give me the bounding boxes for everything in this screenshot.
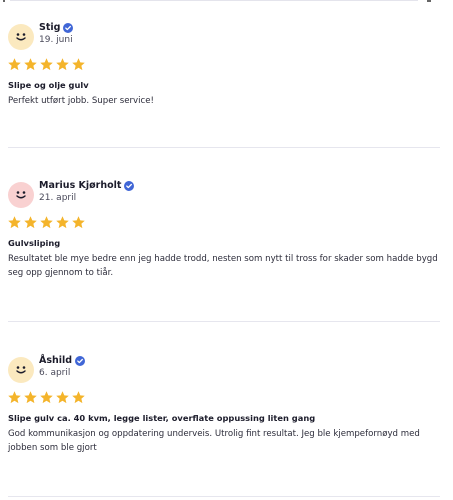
star-rating xyxy=(7,57,86,72)
review-date: 21. april xyxy=(39,193,77,203)
reviewer-name: Stig xyxy=(39,22,61,33)
reviewer-name: Åshild xyxy=(39,355,73,366)
star-rating xyxy=(7,390,86,405)
star-icon xyxy=(24,216,37,229)
review-title: Slipe gulv ca. 40 kvm, legge lister, ove… xyxy=(8,413,316,423)
scroll-edge xyxy=(0,0,453,4)
top-divider xyxy=(10,0,418,1)
star-icon xyxy=(56,216,69,229)
star-icon xyxy=(40,58,53,71)
star-icon xyxy=(72,216,85,229)
smiley-icon xyxy=(16,366,26,374)
smiley-icon xyxy=(16,33,26,41)
verified-badge-icon xyxy=(75,355,86,366)
review-date: 19. juni xyxy=(39,35,73,45)
review-divider xyxy=(8,496,440,497)
reviewer-name: Marius Kjørholt xyxy=(39,180,122,191)
review-title: Gulvsliping xyxy=(8,238,61,248)
avatar xyxy=(8,182,34,208)
review-text: Resultatet ble mye bedre enn jeg hadde t… xyxy=(8,254,438,278)
avatar xyxy=(8,357,34,383)
review-text: Perfekt utført jobb. Super service! xyxy=(8,96,154,106)
star-icon xyxy=(24,58,37,71)
star-icon xyxy=(56,391,69,404)
star-icon xyxy=(8,58,21,71)
star-icon xyxy=(56,58,69,71)
review-divider xyxy=(8,147,440,148)
star-icon xyxy=(40,216,53,229)
review-divider xyxy=(8,321,440,322)
star-icon xyxy=(40,391,53,404)
smiley-icon xyxy=(16,191,26,199)
star-icon xyxy=(72,58,85,71)
review-title: Slipe og olje gulv xyxy=(8,80,89,90)
review-text: God kommunikasjon og oppdatering underve… xyxy=(8,429,420,453)
verified-badge-icon xyxy=(124,180,135,191)
star-rating xyxy=(7,215,86,230)
avatar xyxy=(8,24,34,50)
review-date: 6. april xyxy=(39,368,71,378)
verified-badge-icon xyxy=(63,22,74,33)
star-icon xyxy=(8,216,21,229)
edge-marker-right xyxy=(427,0,431,2)
edge-marker-left xyxy=(3,0,5,2)
star-icon xyxy=(24,391,37,404)
star-icon xyxy=(72,391,85,404)
star-icon xyxy=(8,391,21,404)
